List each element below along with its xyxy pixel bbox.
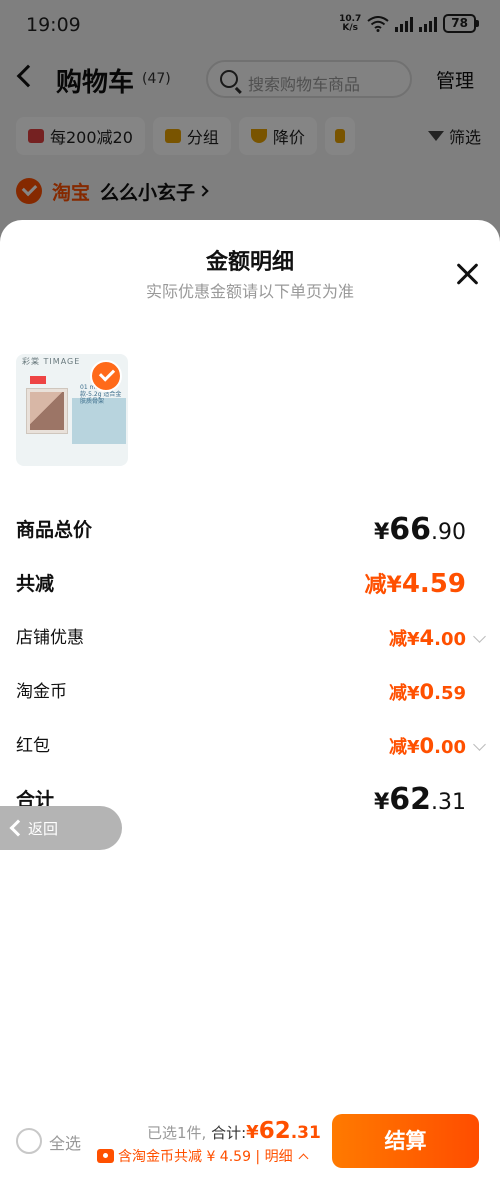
- checkout-button[interactable]: 结算: [332, 1114, 479, 1168]
- coupon-icon: [97, 1149, 114, 1163]
- product-thumbnail[interactable]: 彩棠 TIMAGE 01 mini款-5.2g 适合金肤质骨架: [16, 354, 128, 466]
- total-yen: ¥: [246, 1122, 259, 1143]
- goods-total-value: ¥66.90: [373, 512, 466, 547]
- chevron-left-icon: [9, 819, 27, 837]
- row-shop-discount[interactable]: 店铺优惠 减¥4.00: [16, 620, 486, 656]
- red-packet-label: 红包: [16, 736, 50, 756]
- chevron-up-icon: [298, 1153, 309, 1163]
- shop-discount-value: 减¥4.00: [388, 626, 466, 650]
- sheet-title: 金额明细: [205, 250, 294, 275]
- select-all-label[interactable]: 全选: [49, 1130, 81, 1154]
- total-label: 合计:: [211, 1124, 247, 1142]
- red-packet-value: 减¥0.00: [388, 734, 466, 758]
- checkout-bar: 全选 已选1件, 合计:¥62.31 含淘金币共减 ¥ 4.59 | 明细 结算: [0, 1104, 500, 1184]
- floating-back-label: 返回: [28, 819, 59, 838]
- select-all-radio[interactable]: [16, 1128, 42, 1154]
- goods-total-label: 商品总价: [16, 519, 93, 541]
- total-reduce-value: 减¥4.59: [364, 569, 466, 599]
- floating-back-button[interactable]: 返回: [0, 806, 122, 850]
- total-int: 62: [258, 1118, 291, 1144]
- chevron-down-icon[interactable]: [473, 738, 486, 751]
- selected-count: 已选1件,: [147, 1124, 207, 1142]
- grand-total-value: ¥62.31: [373, 782, 466, 817]
- amount-detail-sheet: 金额明细 实际优惠金额请以下单页为准 彩棠 TIMAGE 01 mini款-5.…: [0, 220, 500, 1184]
- row-total-reduce: 共减 减¥4.59: [16, 566, 484, 602]
- close-icon[interactable]: [454, 260, 482, 288]
- tao-coin-label: 淘金币: [16, 682, 67, 702]
- sheet-subtitle: 实际优惠金额请以下单页为准: [145, 282, 354, 301]
- selection-summary: 已选1件, 合计:¥62.31: [147, 1118, 321, 1144]
- check-icon[interactable]: [90, 360, 122, 392]
- product-pan: [30, 392, 64, 430]
- product-brand-text: 彩棠 TIMAGE: [22, 357, 81, 366]
- tao-coin-value: 减¥0.59: [388, 680, 466, 704]
- row-tao-coin: 淘金币 减¥0.59: [16, 674, 484, 710]
- row-red-packet[interactable]: 红包 减¥0.00: [16, 728, 486, 764]
- chevron-down-icon[interactable]: [473, 630, 486, 643]
- shop-discount-label: 店铺优惠: [16, 628, 84, 648]
- coin-discount-detail[interactable]: 含淘金币共减 ¥ 4.59 | 明细: [97, 1146, 309, 1166]
- coin-discount-text: 含淘金币共减 ¥ 4.59 | 明细: [118, 1149, 293, 1165]
- total-reduce-label: 共减: [16, 573, 55, 595]
- total-dec: .31: [290, 1123, 321, 1143]
- product-tag: [30, 376, 46, 384]
- row-goods-total: 商品总价 ¥66.90: [16, 512, 484, 548]
